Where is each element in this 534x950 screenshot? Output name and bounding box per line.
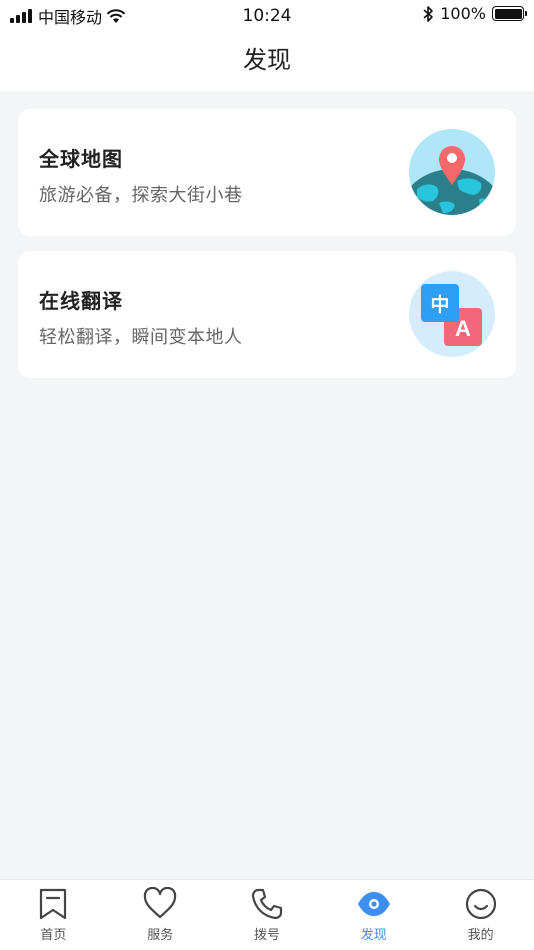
tab-home[interactable]: 首页 [0,880,107,950]
card-subtitle: 轻松翻译，瞬间变本地人 [39,327,243,348]
translate-icon: A 中 [409,271,495,357]
bluetooth-icon [423,5,434,22]
tab-dial[interactable]: 拨号 [214,880,321,950]
heart-icon [143,887,177,919]
tab-label: 发现 [360,928,387,943]
tab-bar: 首页 服务 拨号 发现 我的 [0,879,534,950]
smile-icon [465,888,496,920]
globe-map-pin-icon [409,129,495,215]
card-title: 在线翻译 [39,289,123,313]
status-right: 100% [422,4,527,23]
page-title: 发现 [243,46,291,74]
tab-label: 拨号 [253,928,280,943]
tab-label: 首页 [40,928,67,943]
tab-label: 我的 [467,928,494,943]
battery-icon [492,6,527,21]
tab-mine[interactable]: 我的 [427,880,534,950]
card-translate[interactable]: 在线翻译 轻松翻译，瞬间变本地人 A 中 [18,251,516,378]
phone-icon [251,888,283,920]
card-title: 全球地图 [39,147,123,171]
status-bar: 中国移动 10:24 100% [0,0,534,32]
battery-percent: 100% [440,4,486,23]
badge-cn: 中 [430,293,449,316]
eye-icon [357,892,390,916]
tab-discover[interactable]: 发现 [320,880,427,950]
tab-services[interactable]: 服务 [107,880,214,950]
card-global-map[interactable]: 全球地图 旅游必备，探索大街小巷 [18,109,516,236]
tab-label: 服务 [147,928,174,943]
bookmark-icon [40,888,67,920]
card-subtitle: 旅游必备，探索大街小巷 [39,185,243,206]
nav-bar: 发现 [0,32,534,91]
